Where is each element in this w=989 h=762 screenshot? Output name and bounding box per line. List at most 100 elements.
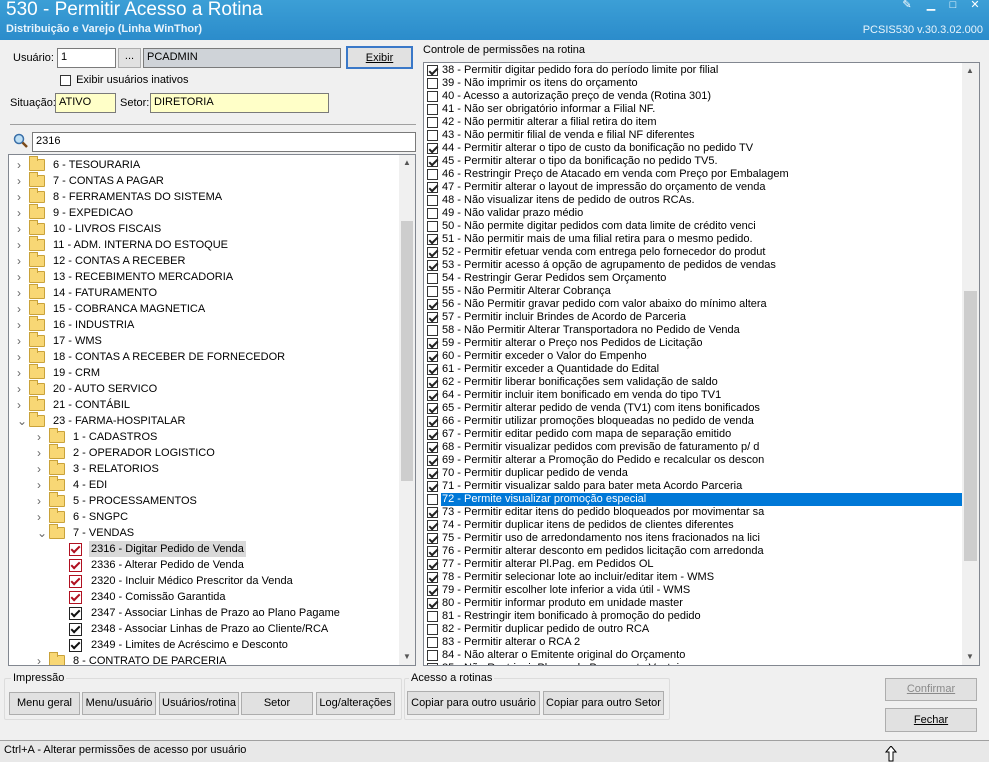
permission-row[interactable]: 45 - Permitir alterar o tipo da bonifica… bbox=[424, 155, 963, 168]
permission-row[interactable]: 68 - Permitir visualizar pedidos com pre… bbox=[424, 441, 963, 454]
usuarios-rotina-button[interactable]: Usuários/rotina bbox=[159, 692, 239, 715]
permission-checkbox[interactable] bbox=[427, 494, 438, 505]
permission-row[interactable]: 42 - Não permitir alterar a filial retir… bbox=[424, 116, 963, 129]
permission-checkbox[interactable] bbox=[427, 507, 438, 518]
permission-row[interactable]: 51 - Não permitir mais de uma filial ret… bbox=[424, 233, 963, 246]
scroll-down-icon[interactable]: ▼ bbox=[966, 652, 974, 661]
permission-row[interactable]: 80 - Permitir informar produto em unidad… bbox=[424, 597, 963, 610]
permission-checkbox[interactable] bbox=[427, 455, 438, 466]
permission-checkbox[interactable] bbox=[427, 572, 438, 583]
permission-row[interactable]: 46 - Restringir Preço de Atacado em vend… bbox=[424, 168, 963, 181]
permission-checkbox[interactable] bbox=[427, 78, 438, 89]
tree-node[interactable]: 2349 - Limites de Acréscimo e Desconto bbox=[9, 637, 401, 653]
usuario-code-input[interactable]: 1 bbox=[57, 48, 116, 68]
permission-checkbox[interactable] bbox=[427, 273, 438, 284]
permission-row[interactable]: 39 - Não imprimir os itens do orçamento bbox=[424, 77, 963, 90]
routine-checkbox[interactable] bbox=[69, 575, 82, 588]
permission-checkbox[interactable] bbox=[427, 468, 438, 479]
tree-node[interactable]: › 4 - EDI bbox=[9, 476, 401, 493]
expand-arrow-icon[interactable]: › bbox=[17, 253, 27, 269]
tree-node[interactable]: › 14 - FATURAMENTO bbox=[9, 284, 401, 301]
permission-checkbox[interactable] bbox=[427, 611, 438, 622]
permission-row[interactable]: 78 - Permitir selecionar lote ao incluir… bbox=[424, 571, 963, 584]
expand-arrow-icon[interactable]: › bbox=[17, 381, 27, 397]
setor-button[interactable]: Setor bbox=[241, 692, 313, 715]
expand-arrow-icon[interactable]: › bbox=[37, 461, 47, 477]
tree-node[interactable]: 2316 - Digitar Pedido de Venda bbox=[9, 541, 401, 557]
tree-node[interactable]: › 18 - CONTAS A RECEBER DE FORNECEDOR bbox=[9, 348, 401, 365]
permission-row[interactable]: 79 - Permitir escolher lote inferior a v… bbox=[424, 584, 963, 597]
permission-checkbox[interactable] bbox=[427, 546, 438, 557]
close-icon[interactable]: ✕ bbox=[966, 0, 984, 12]
expand-arrow-icon[interactable]: › bbox=[17, 157, 27, 173]
search-input[interactable]: 2316 bbox=[32, 132, 416, 152]
permission-row[interactable]: 84 - Não alterar o Emitente original do … bbox=[424, 649, 963, 662]
collapse-arrow-icon[interactable]: ⌄ bbox=[37, 525, 47, 541]
expand-arrow-icon[interactable]: › bbox=[37, 477, 47, 493]
tree-node[interactable]: › 20 - AUTO SERVICO bbox=[9, 380, 401, 397]
permissions-scroll-thumb[interactable] bbox=[964, 291, 977, 561]
permission-row[interactable]: 64 - Permitir incluir item bonificado em… bbox=[424, 389, 963, 402]
permission-row[interactable]: 62 - Permitir liberar bonificações sem v… bbox=[424, 376, 963, 389]
inativos-checkbox[interactable] bbox=[60, 74, 71, 86]
tree-node[interactable]: › 6 - TESOURARIA bbox=[9, 156, 401, 173]
routine-checkbox[interactable] bbox=[69, 623, 82, 636]
permission-row[interactable]: 57 - Permitir incluir Brindes de Acordo … bbox=[424, 311, 963, 324]
permission-checkbox[interactable] bbox=[427, 195, 438, 206]
permission-row[interactable]: 66 - Permitir utilizar promoções bloquea… bbox=[424, 415, 963, 428]
permission-checkbox[interactable] bbox=[427, 442, 438, 453]
tree-node[interactable]: › 13 - RECEBIMENTO MERCADORIA bbox=[9, 268, 401, 285]
tree-node[interactable]: › 15 - COBRANCA MAGNETICA bbox=[9, 300, 401, 317]
permission-row[interactable]: 77 - Permitir alterar Pl.Pag. em Pedidos… bbox=[424, 558, 963, 571]
expand-arrow-icon[interactable]: › bbox=[17, 221, 27, 237]
permission-checkbox[interactable] bbox=[427, 663, 438, 665]
inativos-row[interactable]: Exibir usuários inativos bbox=[60, 74, 189, 86]
expand-arrow-icon[interactable]: › bbox=[17, 365, 27, 381]
tree-node[interactable]: ⌄ 23 - FARMA-HOSPITALAR bbox=[9, 412, 401, 429]
permission-row[interactable]: 53 - Permitir acesso á opção de agrupame… bbox=[424, 259, 963, 272]
expand-arrow-icon[interactable]: › bbox=[17, 349, 27, 365]
permission-row[interactable]: 54 - Restringir Gerar Pedidos sem Orçame… bbox=[424, 272, 963, 285]
permission-checkbox[interactable] bbox=[427, 533, 438, 544]
expand-arrow-icon[interactable]: › bbox=[37, 445, 47, 461]
permission-checkbox[interactable] bbox=[427, 520, 438, 531]
permission-checkbox[interactable] bbox=[427, 260, 438, 271]
permission-row[interactable]: 50 - Não permite digitar pedidos com dat… bbox=[424, 220, 963, 233]
permission-row[interactable]: 61 - Permitir exceder a Quantidade do Ed… bbox=[424, 363, 963, 376]
permission-checkbox[interactable] bbox=[427, 637, 438, 648]
permission-checkbox[interactable] bbox=[427, 65, 438, 76]
expand-arrow-icon[interactable]: › bbox=[17, 237, 27, 253]
permission-checkbox[interactable] bbox=[427, 91, 438, 102]
log-alteracoes-button[interactable]: Log/alterações bbox=[316, 692, 395, 715]
permission-row[interactable]: 85 - Não Restringir Planos de Pagamento … bbox=[424, 662, 963, 665]
tree-node[interactable]: 2320 - Incluir Médico Prescritor da Vend… bbox=[9, 573, 401, 589]
permission-checkbox[interactable] bbox=[427, 156, 438, 167]
expand-arrow-icon[interactable]: › bbox=[17, 189, 27, 205]
permission-row[interactable]: 83 - Permitir alterar o RCA 2 bbox=[424, 636, 963, 649]
fechar-button[interactable]: Fechar bbox=[885, 708, 977, 732]
menu-usuario-button[interactable]: Menu/usuário bbox=[82, 692, 156, 715]
permission-row[interactable]: 74 - Permitir duplicar itens de pedidos … bbox=[424, 519, 963, 532]
permission-row[interactable]: 38 - Permitir digitar pedido fora do per… bbox=[424, 64, 963, 77]
permission-checkbox[interactable] bbox=[427, 312, 438, 323]
permission-checkbox[interactable] bbox=[427, 390, 438, 401]
permission-checkbox[interactable] bbox=[427, 416, 438, 427]
permission-checkbox[interactable] bbox=[427, 143, 438, 154]
routine-checkbox[interactable] bbox=[69, 591, 82, 604]
permission-checkbox[interactable] bbox=[427, 338, 438, 349]
copiar-usuario-button[interactable]: Copiar para outro usuário bbox=[407, 691, 540, 715]
permission-row[interactable]: 52 - Permitir efetuar venda com entrega … bbox=[424, 246, 963, 259]
permission-row[interactable]: 72 - Permite visualizar promoção especia… bbox=[424, 493, 963, 506]
routine-checkbox[interactable] bbox=[69, 639, 82, 652]
expand-arrow-icon[interactable]: › bbox=[17, 285, 27, 301]
permission-checkbox[interactable] bbox=[427, 286, 438, 297]
tree-node[interactable]: 2340 - Comissão Garantida bbox=[9, 589, 401, 605]
routine-checkbox[interactable] bbox=[69, 607, 82, 620]
scroll-up-icon[interactable]: ▲ bbox=[403, 158, 411, 167]
expand-arrow-icon[interactable]: › bbox=[17, 333, 27, 349]
permission-checkbox[interactable] bbox=[427, 325, 438, 336]
tree-node[interactable]: 2348 - Associar Linhas de Prazo ao Clien… bbox=[9, 621, 401, 637]
permission-checkbox[interactable] bbox=[427, 247, 438, 258]
expand-arrow-icon[interactable]: › bbox=[37, 429, 47, 445]
permission-checkbox[interactable] bbox=[427, 117, 438, 128]
